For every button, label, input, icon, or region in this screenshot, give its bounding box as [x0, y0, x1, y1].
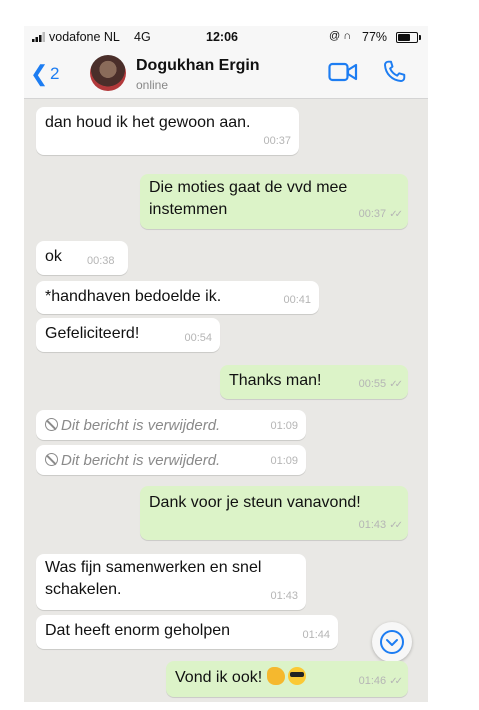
message-list[interactable]: dan houd ik het gewoon aan. 00:37 Die mo… [24, 99, 428, 702]
chevron-down-icon [380, 630, 404, 654]
message-text: Vond ik ook! [175, 669, 263, 686]
message-text: *handhaven bedoelde ik. [45, 288, 222, 305]
message-time: 00:41 [283, 294, 311, 306]
video-call-icon[interactable] [328, 62, 358, 82]
battery-percentage: 77% [362, 30, 388, 44]
message-deleted[interactable]: Dit bericht is verwijderd. 01:09 [36, 410, 306, 440]
message-time: 00:54 [184, 332, 212, 344]
contact-status: online [136, 78, 169, 92]
message-outgoing[interactable]: Vond ik ook! 01:46 ✓✓ [166, 661, 408, 697]
message-meta: 01:46 ✓✓ [358, 670, 403, 693]
read-ticks-icon: ✓✓ [389, 209, 403, 220]
message-time: 01:43 [358, 519, 387, 531]
clock: 12:06 [206, 30, 238, 44]
message-text-wrap: Vond ik ook! [175, 667, 306, 689]
battery-icon [396, 32, 421, 43]
status-icons: @ ∩ [329, 30, 352, 42]
message-meta: 00:55 ✓✓ [358, 373, 403, 396]
message-incoming[interactable]: Dat heeft enorm geholpen 01:44 [36, 615, 338, 649]
message-text-line: schakelen. [45, 581, 122, 598]
smiling-face-with-sunglasses-emoji [287, 667, 306, 685]
message-text: dan houd ik het gewoon aan. [45, 114, 251, 131]
message-text-line: Was fijn samenwerken en snel [45, 559, 262, 576]
chat-header: ❮ 2 Dogukhan Ergin online [24, 48, 428, 99]
flexed-biceps-emoji [266, 667, 285, 685]
message-meta: 01:43 ✓✓ [358, 514, 403, 537]
message-time: 00:38 [87, 255, 115, 267]
message-text-line: Die moties gaat de vvd mee [149, 179, 348, 196]
status-bar: vodafone NL 4G 12:06 @ ∩ 77% [24, 26, 428, 48]
message-time: 00:37 [358, 208, 387, 220]
read-ticks-icon: ✓✓ [389, 520, 403, 531]
message-text: Dit bericht is verwijderd. [61, 417, 221, 434]
message-incoming[interactable]: dan houd ik het gewoon aan. 00:37 [36, 107, 299, 155]
signal-icon [32, 32, 45, 42]
deleted-icon [45, 453, 58, 466]
deleted-icon [45, 418, 58, 431]
phone-screen: vodafone NL 4G 12:06 @ ∩ 77% ❮ 2 Dogukha… [24, 26, 428, 702]
message-incoming[interactable]: ok 00:38 [36, 241, 128, 275]
back-unread-count[interactable]: 2 [50, 64, 59, 84]
message-time: 01:46 [358, 675, 387, 687]
carrier-name: vodafone NL [49, 30, 120, 44]
message-time: 00:55 [358, 378, 387, 390]
message-text: Gefeliciteerd! [45, 325, 140, 342]
deleted-message-text-wrap: Dit bericht is verwijderd. [45, 415, 220, 437]
avatar[interactable] [90, 55, 126, 91]
deleted-message-text-wrap: Dit bericht is verwijderd. [45, 450, 220, 472]
contact-name[interactable]: Dogukhan Ergin [136, 57, 260, 75]
message-incoming[interactable]: Gefeliciteerd! 00:54 [36, 318, 220, 352]
message-outgoing[interactable]: Thanks man! 00:55 ✓✓ [220, 365, 408, 399]
message-time: 01:43 [270, 590, 298, 602]
message-meta: 00:37 ✓✓ [358, 203, 403, 226]
message-incoming[interactable]: *handhaven bedoelde ik. 00:41 [36, 281, 319, 314]
message-time: 01:09 [270, 420, 298, 432]
message-deleted[interactable]: Dit bericht is verwijderd. 01:09 [36, 445, 306, 475]
message-text: ok [45, 248, 62, 265]
phone-call-icon[interactable] [381, 59, 407, 85]
message-time: 01:44 [302, 629, 330, 641]
network-type: 4G [134, 30, 151, 44]
message-text: Thanks man! [229, 372, 322, 389]
message-text: Dank voor je steun vanavond! [149, 494, 361, 511]
message-outgoing[interactable]: Die moties gaat de vvd mee instemmen 00:… [140, 174, 408, 229]
message-outgoing[interactable]: Dank voor je steun vanavond! 01:43 ✓✓ [140, 486, 408, 540]
message-time: 01:09 [270, 455, 298, 467]
scroll-to-bottom-button[interactable] [372, 622, 412, 662]
message-time: 00:37 [263, 135, 291, 147]
back-chevron-icon[interactable]: ❮ [30, 61, 48, 87]
message-text: Dit bericht is verwijderd. [61, 452, 221, 469]
read-ticks-icon: ✓✓ [389, 379, 403, 390]
message-text: Dat heeft enorm geholpen [45, 622, 231, 639]
read-ticks-icon: ✓✓ [389, 676, 403, 687]
message-text-line: instemmen [149, 201, 228, 218]
message-incoming[interactable]: Was fijn samenwerken en snel schakelen. … [36, 554, 306, 610]
